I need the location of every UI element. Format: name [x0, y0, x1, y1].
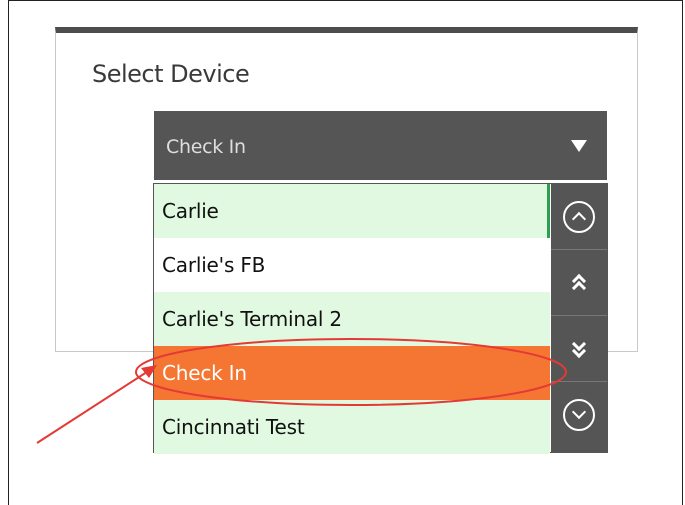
device-dropdown[interactable]: Check In	[154, 111, 607, 180]
page-down-button[interactable]	[551, 316, 607, 382]
panel-title: Select Device	[92, 60, 250, 88]
dropdown-arrow-icon[interactable]	[571, 140, 587, 152]
list-scrollbar	[551, 184, 607, 452]
option-carlie[interactable]: Carlie	[154, 184, 550, 238]
double-chevron-down-icon	[571, 336, 587, 359]
option-cincinnati-test[interactable]: Cincinnati Test	[154, 400, 550, 454]
scroll-bottom-button[interactable]	[551, 382, 607, 448]
option-carlies-fb[interactable]: Carlie's FB	[154, 238, 550, 292]
dropdown-selected-value: Check In	[166, 136, 246, 158]
option-check-in[interactable]: Check In	[154, 346, 550, 400]
scroll-top-button[interactable]	[551, 184, 607, 250]
page-up-button[interactable]	[551, 250, 607, 316]
double-chevron-up-icon	[571, 273, 587, 295]
circle-chevron-down-icon	[563, 399, 595, 431]
option-carlies-terminal-2[interactable]: Carlie's Terminal 2	[154, 292, 550, 346]
device-options-list: Carlie Carlie's FB Carlie's Terminal 2 C…	[153, 183, 608, 454]
circle-chevron-up-icon	[563, 200, 595, 233]
